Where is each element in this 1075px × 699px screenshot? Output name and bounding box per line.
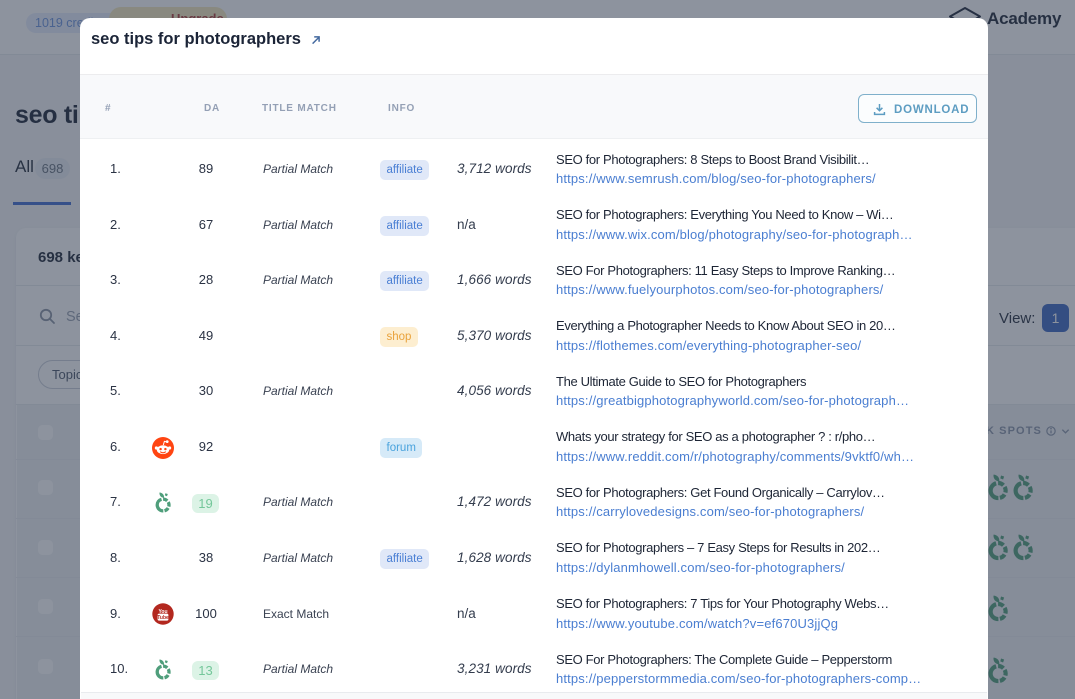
svg-text:Tube: Tube	[157, 615, 169, 621]
